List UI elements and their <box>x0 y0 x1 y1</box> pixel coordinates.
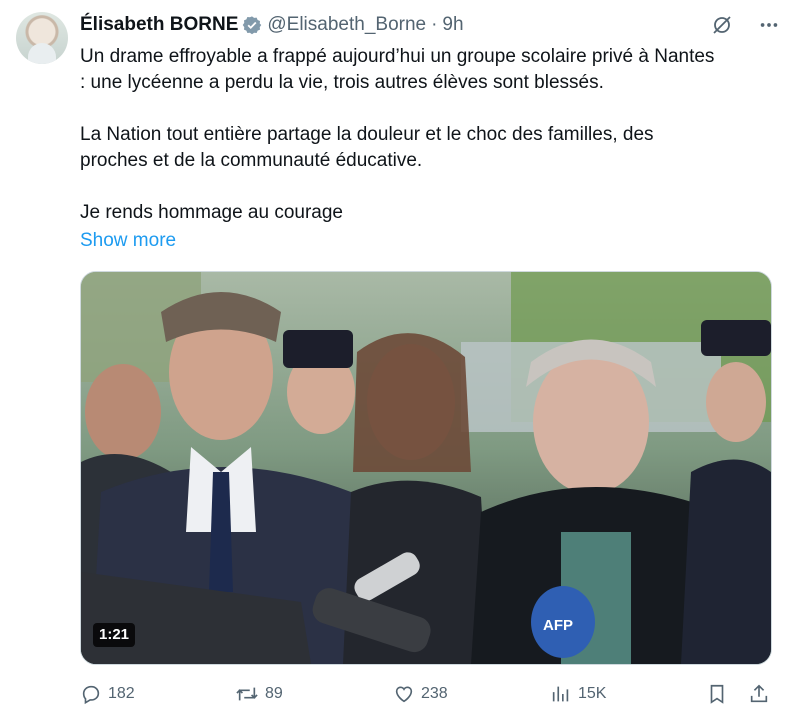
view-count: 15K <box>578 685 607 702</box>
afp-mic-label: AFP <box>543 617 573 634</box>
bookmark-button[interactable] <box>706 680 728 708</box>
video-duration: 1:21 <box>93 623 136 647</box>
like-icon <box>393 683 415 705</box>
author-name[interactable]: Élisabeth BORNE <box>80 12 238 38</box>
retweet-icon <box>235 683 259 705</box>
video-frame-image: AFP <box>81 272 771 664</box>
reply-count: 182 <box>108 685 135 702</box>
views-icon <box>550 683 572 705</box>
verified-badge-icon[interactable] <box>242 15 262 35</box>
reply-icon <box>80 683 102 705</box>
header-actions <box>710 12 780 38</box>
like-button[interactable]: 238 <box>393 680 448 708</box>
tweet-action-bar: 182 89 238 15K <box>80 680 770 708</box>
share-button[interactable] <box>748 680 770 708</box>
bookmark-icon <box>706 683 728 705</box>
share-icon <box>748 683 770 705</box>
author-handle[interactable]: @Elisabeth_Borne <box>267 12 426 38</box>
author-avatar[interactable] <box>16 12 68 64</box>
more-options-icon[interactable] <box>758 14 780 36</box>
reply-button[interactable]: 182 <box>80 680 135 708</box>
separator-dot: · <box>431 14 438 35</box>
tweet-text: Un drame effroyable a frappé aujourd’hui… <box>80 46 715 223</box>
like-count: 238 <box>421 685 448 702</box>
grok-icon[interactable] <box>710 13 734 37</box>
video-player[interactable]: AFP 1:21 <box>80 271 772 665</box>
retweet-button[interactable]: 89 <box>235 680 283 708</box>
tweet-timestamp[interactable]: 9h <box>442 12 463 38</box>
show-more-link[interactable]: Show more <box>80 228 176 254</box>
retweet-count: 89 <box>265 685 283 702</box>
views-button[interactable]: 15K <box>550 680 606 708</box>
tweet-header: Élisabeth BORNE @Elisabeth_Borne · 9h <box>80 12 780 38</box>
